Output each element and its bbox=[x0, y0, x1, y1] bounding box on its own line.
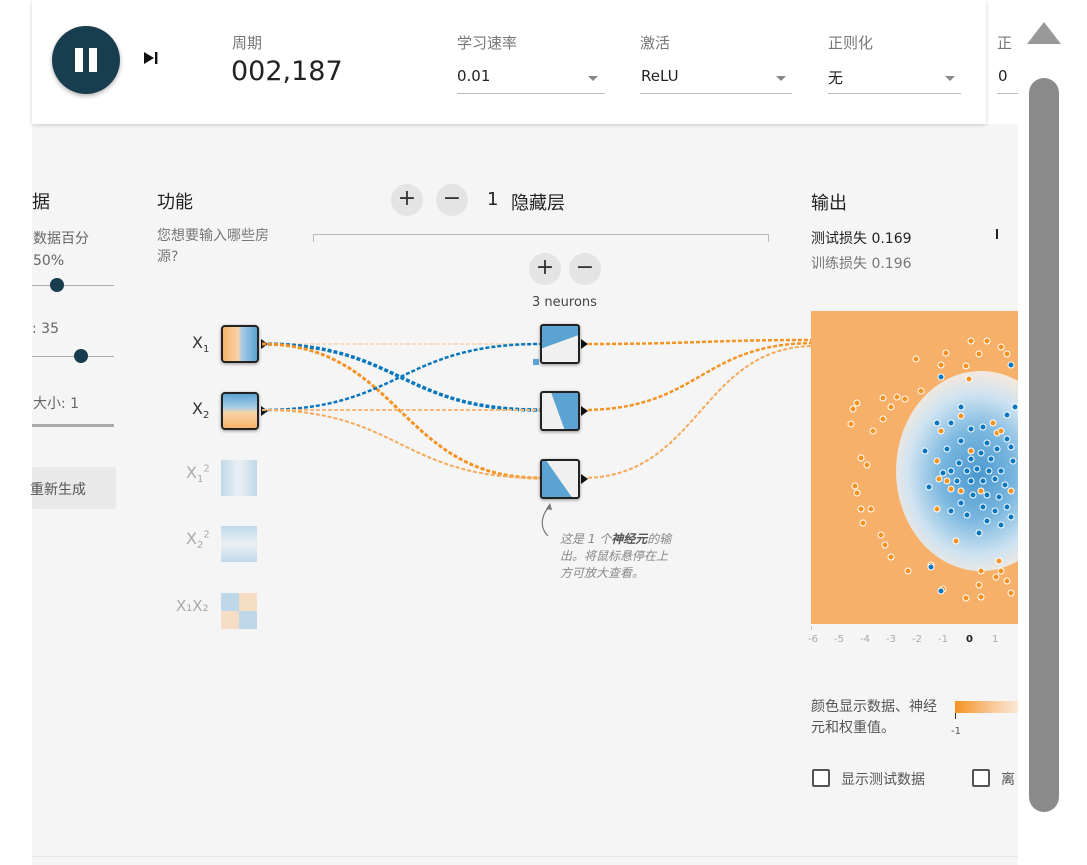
reg-rate-value: 0 bbox=[998, 67, 1008, 85]
axis-tick: -3 bbox=[886, 634, 896, 645]
epoch-counter: 002,187 bbox=[231, 56, 343, 87]
data-points bbox=[847, 337, 1018, 602]
caret-down-icon bbox=[588, 76, 598, 81]
arrow-icon bbox=[581, 339, 588, 349]
test-loss-label: 测试损失 bbox=[811, 231, 867, 247]
pause-button[interactable] bbox=[52, 26, 120, 94]
activation-label: 激活 bbox=[640, 34, 671, 52]
loss-chart-tick bbox=[996, 229, 998, 239]
regularization-label: 正则化 bbox=[828, 34, 874, 52]
step-icon[interactable] bbox=[143, 50, 159, 66]
learning-rate-label: 学习速率 bbox=[457, 34, 518, 52]
train-loss: 训练损失 0.196 bbox=[811, 253, 912, 273]
learning-rate-select[interactable]: 0.01 bbox=[457, 62, 605, 94]
regularization-select[interactable]: 无 bbox=[828, 62, 961, 94]
neuron-callout: 这是 1 个神经元的输出。将鼠标悬停在上方可放大查看。 bbox=[560, 532, 672, 580]
hidden-neuron-3[interactable] bbox=[540, 459, 580, 499]
discretize-toggle[interactable]: 离 bbox=[971, 768, 1018, 790]
output-title: 输出 bbox=[811, 193, 847, 214]
axis-tick: -1 bbox=[938, 634, 948, 645]
axis-tick: -4 bbox=[860, 634, 870, 645]
test-loss: 测试损失 0.169 bbox=[811, 228, 912, 248]
checkbox[interactable] bbox=[812, 769, 830, 787]
axis-line bbox=[811, 626, 1018, 630]
axis-tick: 0 bbox=[966, 634, 973, 645]
activation-value: ReLU bbox=[641, 67, 679, 85]
output-heatmap[interactable] bbox=[811, 311, 1018, 624]
discretize-label: 离 bbox=[1001, 772, 1015, 788]
select-underline bbox=[997, 93, 1018, 94]
scroll-up-icon[interactable] bbox=[1027, 22, 1061, 44]
color-legend-text: 颜色显示数据、神经元和权重值。 bbox=[811, 699, 937, 736]
reg-rate-select[interactable]: 0 bbox=[997, 62, 1018, 94]
axis-tick: -5 bbox=[834, 634, 844, 645]
bias-marker bbox=[533, 359, 539, 365]
test-loss-value: 0.169 bbox=[871, 231, 912, 247]
show-test-data-toggle[interactable]: 显示测试数据 bbox=[811, 768, 951, 790]
caret-down-icon bbox=[945, 76, 955, 81]
select-underline bbox=[640, 93, 792, 94]
axis-tick: -6 bbox=[808, 634, 818, 645]
curved-arrow-icon bbox=[541, 503, 552, 537]
select-underline bbox=[828, 93, 961, 94]
select-underline bbox=[457, 93, 605, 94]
axis-tick: -2 bbox=[912, 634, 922, 645]
color-legend-bar bbox=[955, 701, 1018, 713]
hidden-neuron-2[interactable] bbox=[540, 391, 580, 431]
train-loss-label: 训练损失 bbox=[811, 256, 867, 272]
activation-select[interactable]: ReLU bbox=[640, 62, 792, 94]
arrow-icon bbox=[581, 406, 588, 416]
scrollbar-thumb[interactable] bbox=[1029, 78, 1059, 812]
train-loss-value: 0.196 bbox=[871, 256, 912, 272]
reg-rate-label: 正 bbox=[997, 34, 1013, 52]
arrow-icon bbox=[581, 474, 588, 484]
bottom-divider bbox=[32, 856, 1018, 857]
axis-tick: 1 bbox=[992, 634, 999, 645]
legend-min-label: -1 bbox=[951, 726, 961, 737]
heatmap-x-axis: -6 -5 -4 -3 -2 -1 0 1 bbox=[808, 624, 1018, 648]
legend-tick bbox=[955, 713, 956, 719]
hidden-neuron-1[interactable] bbox=[540, 324, 580, 364]
regularization-value: 无 bbox=[828, 69, 844, 87]
learning-rate-value: 0.01 bbox=[457, 67, 491, 85]
caret-down-icon bbox=[776, 76, 786, 81]
checkbox[interactable] bbox=[972, 769, 990, 787]
epoch-label: 周期 bbox=[232, 34, 263, 52]
show-test-data-label: 显示测试数据 bbox=[841, 772, 925, 788]
